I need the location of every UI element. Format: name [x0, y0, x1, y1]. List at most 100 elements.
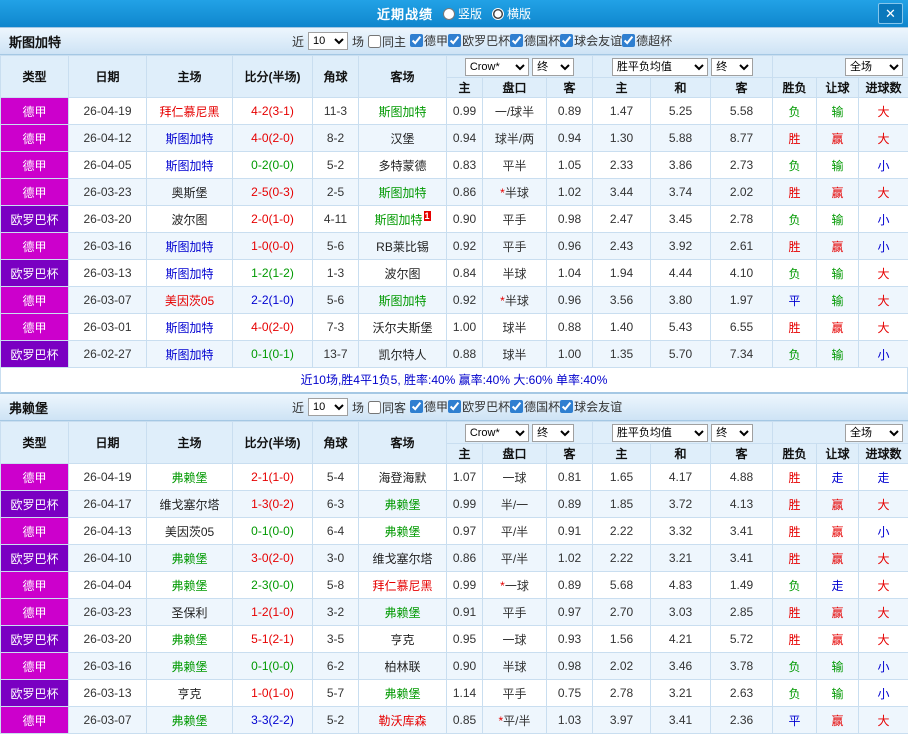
league-filter-checkbox[interactable]	[560, 400, 574, 413]
scope-select[interactable]: 全场	[845, 423, 904, 442]
avg-away-odds-cell: 4.88	[709, 463, 774, 491]
avg-stage-select[interactable]: 终	[711, 423, 754, 442]
avg-home-odds-cell: 2.43	[592, 232, 651, 260]
subcol-handicap-result: 让球	[816, 443, 860, 464]
handicap-stage-select[interactable]: 终	[532, 57, 575, 76]
bookmaker-select[interactable]: Crow*	[464, 423, 529, 442]
league-filter-checkbox[interactable]	[510, 400, 524, 413]
league-filter[interactable]: 球会友谊	[560, 32, 622, 49]
corners-cell: 3-2	[312, 598, 359, 626]
date-cell: 26-03-20	[68, 205, 147, 233]
date-cell: 26-03-16	[68, 652, 147, 680]
league-filter-checkbox[interactable]	[410, 34, 424, 47]
league-filter[interactable]: 德超杯	[622, 32, 672, 49]
close-button[interactable]: ✕	[878, 3, 903, 24]
league-cell: 欧罗巴杯	[0, 340, 69, 368]
away-team-cell: 弗赖堡	[358, 517, 447, 545]
score-cell: 1-2(1-2)	[232, 259, 313, 287]
date-cell: 26-04-17	[68, 490, 147, 518]
league-filter[interactable]: 欧罗巴杯	[448, 398, 510, 415]
avg-home-odds-cell: 2.47	[592, 205, 651, 233]
col-header-type: 类型	[0, 421, 69, 464]
date-cell: 26-03-23	[68, 598, 147, 626]
avg-draw-odds-cell: 3.80	[650, 286, 711, 314]
score-cell: 1-2(1-0)	[232, 598, 313, 626]
layout-radio[interactable]	[442, 7, 455, 20]
avg-odds-select[interactable]: 胜平负均值	[611, 423, 708, 442]
home-team-cell: 弗赖堡	[146, 463, 233, 491]
wdl-result-cell: 负	[772, 151, 818, 179]
avg-home-odds-cell: 3.56	[592, 286, 651, 314]
league-cell: 德甲	[0, 286, 69, 314]
match-row: 德甲 26-03-01 斯图加特 4-0(2-0) 7-3 沃尔夫斯堡 1.00…	[0, 313, 908, 341]
league-filter[interactable]: 欧罗巴杯	[448, 32, 510, 49]
league-filter-checkbox[interactable]	[448, 400, 462, 413]
avg-home-odds-cell: 2.22	[592, 544, 651, 572]
subcol-handicap-result: 让球	[816, 77, 860, 98]
date-cell: 26-03-20	[68, 625, 147, 653]
venue-filter-checkbox[interactable]	[368, 400, 382, 414]
league-cell: 欧罗巴杯	[0, 490, 69, 518]
subcol-wdl: 胜负	[772, 77, 818, 98]
handicap-stage-select[interactable]: 终	[532, 423, 575, 442]
home-team-cell: 美因茨05	[146, 286, 233, 314]
handicap-result-cell: 赢	[816, 178, 860, 206]
match-row: 德甲 26-04-12 斯图加特 4-0(2-0) 8-2 汉堡 0.94 球半…	[0, 124, 908, 152]
avg-home-odds-cell: 2.33	[592, 151, 651, 179]
league-filter[interactable]: 德甲	[410, 398, 448, 415]
goals-result-cell: 大	[858, 706, 908, 734]
league-filter-checkbox[interactable]	[448, 34, 462, 47]
league-filter[interactable]: 球会友谊	[560, 398, 622, 415]
league-filter-checkbox[interactable]	[410, 400, 424, 413]
date-cell: 26-04-19	[68, 463, 147, 491]
date-cell: 26-03-07	[68, 706, 147, 734]
avg-home-odds-cell: 3.97	[592, 706, 651, 734]
avg-away-odds-cell: 8.77	[709, 124, 774, 152]
scope-select[interactable]: 全场	[845, 57, 904, 76]
red-card-badge: 1	[423, 210, 431, 221]
layout-radio[interactable]	[492, 7, 504, 20]
match-count-select[interactable]: 10	[308, 398, 349, 416]
league-filter[interactable]: 德甲	[410, 32, 448, 49]
layout-option-vertical[interactable]: 竖版	[442, 5, 482, 22]
date-cell: 26-02-27	[68, 340, 147, 368]
venue-filter[interactable]: 同主	[368, 33, 406, 50]
subcol-avg-draw: 和	[650, 443, 711, 464]
home-team-cell: 斯图加特	[146, 151, 233, 179]
avg-stage-select[interactable]: 终	[711, 57, 754, 76]
avg-odds-select[interactable]: 胜平负均值	[611, 57, 708, 76]
avg-draw-odds-cell: 4.44	[650, 259, 711, 287]
league-filter[interactable]: 德国杯	[510, 32, 560, 49]
handicap-result-cell: 赢	[816, 232, 860, 260]
results-body: 德甲 26-04-19 拜仁慕尼黑 4-2(3-1) 11-3 斯图加特 0.9…	[0, 97, 908, 368]
layout-option-label: 竖版	[457, 7, 482, 21]
league-filter[interactable]: 德国杯	[510, 398, 560, 415]
league-filter-checkbox[interactable]	[560, 34, 574, 47]
score-cell: 3-3(2-2)	[232, 706, 313, 734]
league-cell: 德甲	[0, 463, 69, 491]
avg-away-odds-cell: 1.49	[709, 571, 774, 599]
avg-home-odds-cell: 2.02	[592, 652, 651, 680]
venue-filter[interactable]: 同客	[368, 399, 406, 416]
handicap-home-odds-cell: 0.94	[446, 124, 483, 152]
league-filter-checkbox[interactable]	[510, 34, 524, 47]
goals-result-cell: 大	[858, 625, 908, 653]
home-team-cell: 弗赖堡	[146, 652, 233, 680]
league-cell: 德甲	[0, 652, 69, 680]
layout-option-horizontal[interactable]: 横版	[492, 5, 531, 22]
handicap-odds-header: Crow* 终	[446, 421, 593, 444]
subcol-avg-away: 客	[709, 77, 774, 98]
venue-filter-checkbox[interactable]	[368, 34, 382, 48]
date-cell: 26-03-16	[68, 232, 147, 260]
bookmaker-select[interactable]: Crow*	[464, 57, 529, 76]
handicap-away-odds-cell: 0.93	[546, 625, 593, 653]
handicap-line-cell: *一球	[482, 571, 547, 599]
wdl-result-cell: 胜	[772, 463, 818, 491]
away-gives-marker: *	[500, 578, 505, 593]
match-count-select[interactable]: 10	[308, 32, 349, 50]
league-filter-checkbox[interactable]	[622, 34, 636, 47]
match-row: 德甲 26-03-16 弗赖堡 0-1(0-0) 6-2 柏林联 0.90 半球…	[0, 652, 908, 680]
date-cell: 26-03-13	[68, 679, 147, 707]
wdl-result-cell: 胜	[772, 517, 818, 545]
subcol-avg-home: 主	[592, 443, 651, 464]
